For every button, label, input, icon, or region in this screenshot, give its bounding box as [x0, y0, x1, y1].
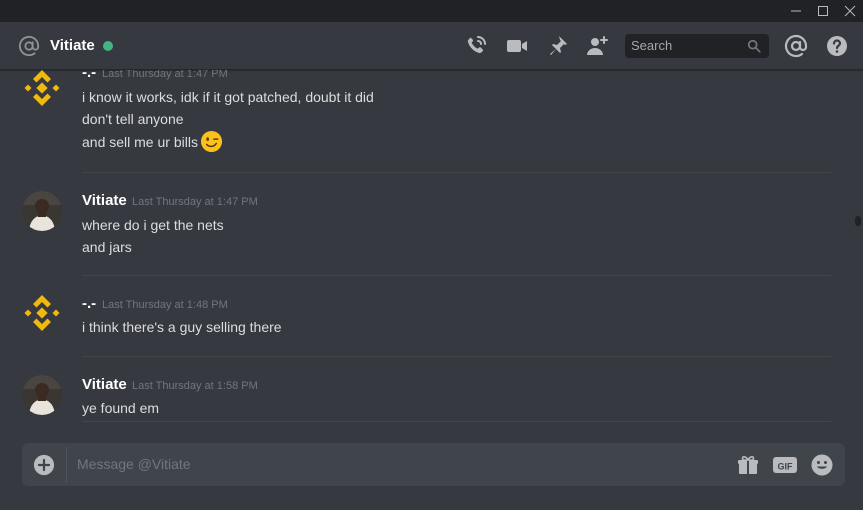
message-author[interactable]: Vitiate — [82, 192, 127, 210]
binance-avatar[interactable] — [22, 293, 62, 333]
message-author[interactable]: -.- — [82, 295, 96, 313]
message-timestamp: Last Thursday at 1:47 PM — [132, 196, 258, 208]
message-input[interactable]: Message @Vitiate — [77, 456, 191, 473]
emoji-icon[interactable] — [810, 453, 834, 477]
message-text: and jars — [82, 239, 132, 255]
message-divider — [82, 275, 831, 276]
online-status-indicator — [103, 41, 113, 51]
message-divider — [82, 356, 831, 357]
gif-icon[interactable]: GIF — [772, 453, 798, 477]
message-text: and sell me ur bills — [82, 134, 198, 150]
message-text: i think there's a guy selling there — [82, 319, 282, 335]
message-author[interactable]: Vitiate — [82, 376, 127, 394]
help-icon[interactable] — [825, 34, 849, 58]
message-list[interactable]: -.- Last Thursday at 1:47 PM i know it w… — [0, 70, 848, 430]
message-text: don't tell anyone — [82, 111, 184, 127]
window-titlebar — [0, 0, 863, 22]
message-divider — [82, 172, 831, 173]
call-icon[interactable] — [464, 34, 488, 58]
message-author[interactable]: -.- — [82, 70, 96, 82]
attach-plus-icon[interactable] — [33, 454, 55, 476]
minimize-icon[interactable] — [782, 0, 810, 22]
video-icon[interactable] — [505, 34, 529, 58]
scrollbar-thumb[interactable] — [855, 216, 861, 226]
add-friend-icon[interactable] — [585, 34, 609, 58]
user-avatar[interactable] — [22, 191, 62, 231]
message-text: where do i get the nets — [82, 217, 224, 233]
mentions-icon[interactable] — [784, 34, 808, 58]
message-timestamp: Last Thursday at 1:48 PM — [102, 299, 228, 311]
composer-divider — [66, 447, 67, 482]
message-timestamp: Last Thursday at 1:47 PM — [102, 70, 228, 80]
svg-text:GIF: GIF — [778, 462, 794, 472]
message-text: i know it works, idk if it got patched, … — [82, 89, 374, 105]
message-composer[interactable]: Message @Vitiate GIF — [22, 443, 845, 486]
dm-header: Vitiate Search — [0, 22, 863, 70]
dm-username: Vitiate — [50, 37, 95, 54]
gift-icon[interactable] — [736, 453, 760, 477]
message-divider — [82, 421, 831, 422]
close-icon[interactable] — [836, 0, 863, 22]
message-timestamp: Last Thursday at 1:58 PM — [132, 380, 258, 392]
maximize-icon[interactable] — [809, 0, 837, 22]
search-box[interactable]: Search — [625, 34, 769, 58]
user-avatar[interactable] — [22, 375, 62, 415]
message-text: ye found em — [82, 400, 160, 416]
search-icon — [747, 39, 761, 53]
pin-icon[interactable] — [545, 34, 569, 58]
at-icon — [18, 35, 40, 57]
binance-avatar[interactable] — [22, 70, 62, 108]
winking-face-emoji — [200, 130, 223, 153]
search-placeholder: Search — [631, 38, 673, 53]
